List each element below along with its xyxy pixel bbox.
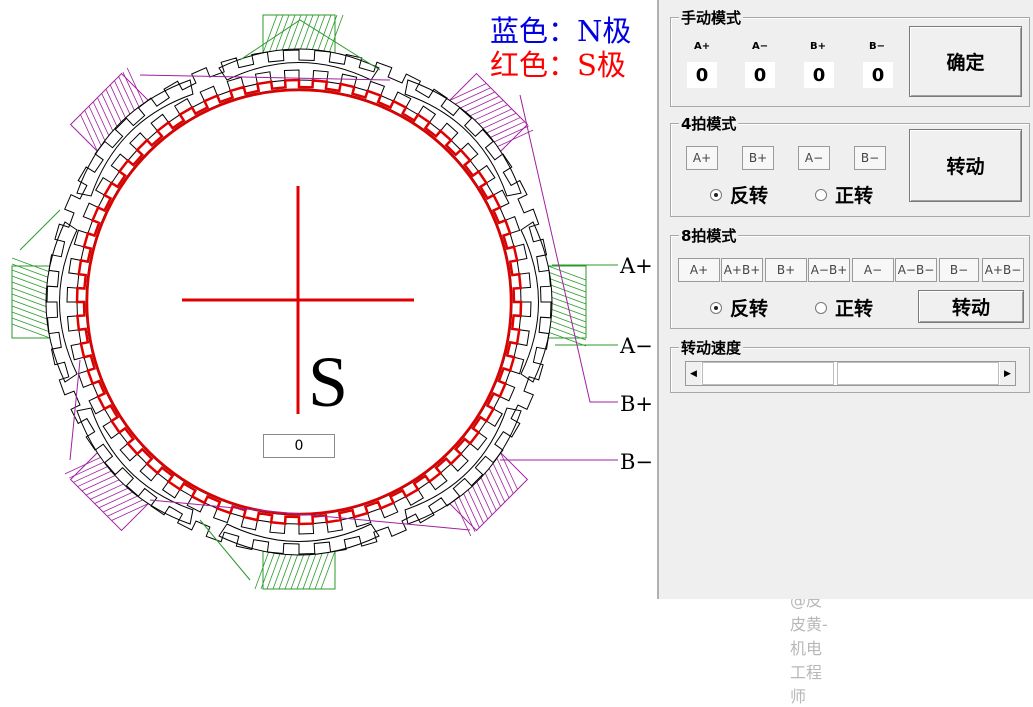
phase-label-a-plus: A+ <box>620 254 653 278</box>
scroll-left-arrow-icon[interactable]: ◀ <box>686 362 701 385</box>
manual-input-a-plus[interactable]: 0 <box>687 62 717 88</box>
phase-label-a-minus: A− <box>620 334 653 358</box>
eight-beat-reverse-radio[interactable]: 反转 <box>710 294 768 321</box>
four-beat-reverse-label: 反转 <box>730 185 769 207</box>
manual-label-a-plus: A+ <box>694 41 711 52</box>
eight-beat-rotate-button[interactable]: 转动 <box>918 290 1024 323</box>
four-beat-step-a-plus[interactable]: A+ <box>686 146 718 170</box>
four-beat-rotate-button[interactable]: 转动 <box>909 129 1022 202</box>
four-beat-forward-radio[interactable]: 正转 <box>815 181 873 208</box>
eight-beat-forward-label: 正转 <box>835 298 874 320</box>
eight-beat-step-8[interactable]: A+B− <box>982 258 1024 282</box>
eight-beat-step-7[interactable]: B− <box>939 258 979 282</box>
rotor-pole-letter: S <box>308 342 349 422</box>
eight-beat-reverse-label: 反转 <box>730 298 769 320</box>
manual-label-b-minus: B− <box>869 41 886 52</box>
four-beat-forward-label: 正转 <box>835 185 874 207</box>
four-beat-step-b-minus[interactable]: B− <box>854 146 886 170</box>
four-beat-reverse-radio[interactable]: 反转 <box>710 181 768 208</box>
motor-canvas: 蓝色：N极 红色：S极 A+ A− B+ B− S 0 CSDN @皮皮黄-机电… <box>0 0 836 706</box>
radio-unselected-icon <box>815 301 827 314</box>
manual-input-b-plus[interactable]: 0 <box>804 62 834 88</box>
radio-unselected-icon <box>815 188 827 201</box>
wire-left <box>19 209 61 251</box>
four-beat-title: 4拍模式 <box>679 113 739 134</box>
radio-selected-icon <box>710 188 722 201</box>
manual-mode-title: 手动模式 <box>679 7 744 28</box>
scroll-thumb[interactable] <box>837 362 999 385</box>
step-counter: 0 <box>263 434 335 458</box>
four-beat-step-b-plus[interactable]: B+ <box>742 146 774 170</box>
eight-beat-step-5[interactable]: A− <box>852 258 894 282</box>
phase-label-b-plus: B+ <box>620 392 654 416</box>
confirm-button[interactable]: 确定 <box>909 26 1022 97</box>
scroll-track-left <box>702 362 834 385</box>
legend-s-pole: 红色：S极 <box>490 48 626 82</box>
manual-input-b-minus[interactable]: 0 <box>863 62 893 88</box>
eight-beat-step-6[interactable]: A−B− <box>895 258 937 282</box>
manual-label-a-minus: A− <box>752 41 769 52</box>
eight-beat-step-1[interactable]: A+ <box>678 258 720 282</box>
speed-title: 转动速度 <box>679 337 744 358</box>
four-beat-step-a-minus[interactable]: A− <box>798 146 830 170</box>
phase-label-b-minus: B− <box>620 450 654 474</box>
eight-beat-title: 8拍模式 <box>679 225 739 246</box>
manual-input-a-minus[interactable]: 0 <box>745 62 775 88</box>
radio-selected-icon <box>710 301 722 314</box>
eight-beat-step-3[interactable]: B+ <box>765 258 807 282</box>
eight-beat-step-2[interactable]: A+B+ <box>721 258 763 282</box>
eight-beat-step-4[interactable]: A−B+ <box>808 258 850 282</box>
wire-top-left <box>139 74 391 81</box>
eight-beat-forward-radio[interactable]: 正转 <box>815 294 873 321</box>
speed-scrollbar[interactable]: ◀ ▶ <box>685 361 1016 386</box>
manual-label-b-plus: B+ <box>810 41 827 52</box>
stepper-motor-drawing <box>11 14 618 590</box>
scroll-right-arrow-icon[interactable]: ▶ <box>1000 362 1015 385</box>
